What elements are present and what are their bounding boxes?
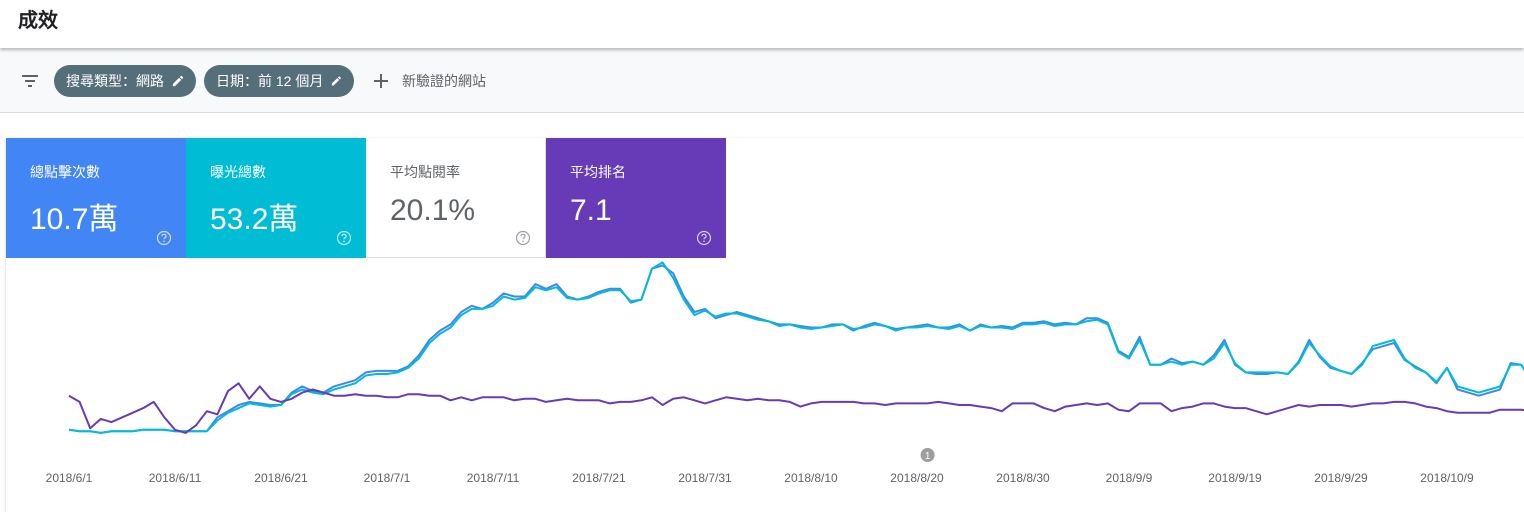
plus-icon xyxy=(374,74,388,88)
metric-label: 平均排名 xyxy=(570,164,626,180)
app-header: 成效 xyxy=(0,0,1524,48)
x-tick-label: 2018/6/21 xyxy=(254,471,308,485)
metric-average-ctr[interactable]: 平均點閱率 20.1% xyxy=(366,138,546,258)
series-line-1 xyxy=(68,261,1524,434)
help-circle-icon[interactable] xyxy=(336,230,352,246)
x-tick-label: 2018/8/20 xyxy=(890,471,944,485)
performance-card: 總點擊次數 10.7萬 曝光總數 53.2萬 平均點閱率 20.1% 平均排名 … xyxy=(6,138,1524,512)
metric-total-impressions[interactable]: 曝光總數 53.2萬 xyxy=(186,138,366,258)
x-tick-label: 2018/9/19 xyxy=(1208,471,1262,485)
metric-total-clicks[interactable]: 總點擊次數 10.7萬 xyxy=(6,138,186,258)
x-tick-label: 2018/7/31 xyxy=(678,471,732,485)
metric-label: 曝光總數 xyxy=(210,164,266,180)
x-tick-label: 2018/6/1 xyxy=(46,471,93,485)
help-circle-icon[interactable] xyxy=(515,230,531,246)
search-type-chip[interactable]: 搜尋類型：網路 xyxy=(54,65,196,97)
add-new-verified-site-button[interactable]: 新驗證的網站 xyxy=(372,65,486,97)
x-tick-label: 2018/9/29 xyxy=(1314,471,1368,485)
x-tick-label: 2018/7/21 xyxy=(572,471,626,485)
performance-line-chart[interactable]: 2018/6/1 2018/6/11 2018/6/21 2018/7/1 2018/7… xyxy=(6,258,1524,512)
filter-list-icon[interactable] xyxy=(20,71,40,91)
help-circle-icon[interactable] xyxy=(696,230,712,246)
metric-value: 53.2萬 xyxy=(210,203,299,236)
pencil-icon[interactable] xyxy=(331,74,342,88)
metric-value: 20.1% xyxy=(390,194,476,227)
x-tick-label: 2018/9/9 xyxy=(1106,471,1153,485)
metric-value: 7.1 xyxy=(570,194,612,227)
metric-value: 10.7萬 xyxy=(30,203,119,236)
annotation-label: 1 xyxy=(925,451,931,462)
page-title: 成效 xyxy=(18,10,58,32)
x-tick-label: 2018/10/9 xyxy=(1420,471,1474,485)
x-tick-label: 2018/7/11 xyxy=(467,471,520,485)
x-tick-label: 2018/8/10 xyxy=(784,471,838,485)
metric-label: 平均點閱率 xyxy=(390,164,460,180)
x-tick-label: 2018/6/11 xyxy=(149,471,202,485)
help-circle-icon[interactable] xyxy=(156,230,172,246)
filter-bar: 搜尋類型：網路 日期：前 12 個月 新驗證的網站 xyxy=(0,49,1524,113)
metric-label: 總點擊次數 xyxy=(30,164,100,180)
search-type-chip-label: 搜尋類型：網路 xyxy=(66,73,164,89)
pencil-icon[interactable] xyxy=(172,74,184,88)
annotation-marker[interactable]: 1 xyxy=(920,448,935,462)
series-line-2 xyxy=(68,382,1524,434)
date-range-chip[interactable]: 日期：前 12 個月 xyxy=(204,65,354,97)
add-site-label: 新驗證的網站 xyxy=(402,73,486,89)
metric-average-position[interactable]: 平均排名 7.1 xyxy=(546,138,726,258)
x-tick-label: 2018/7/1 xyxy=(364,471,411,485)
x-tick-label: 2018/8/30 xyxy=(996,471,1050,485)
date-range-chip-label: 日期：前 12 個月 xyxy=(216,73,324,89)
